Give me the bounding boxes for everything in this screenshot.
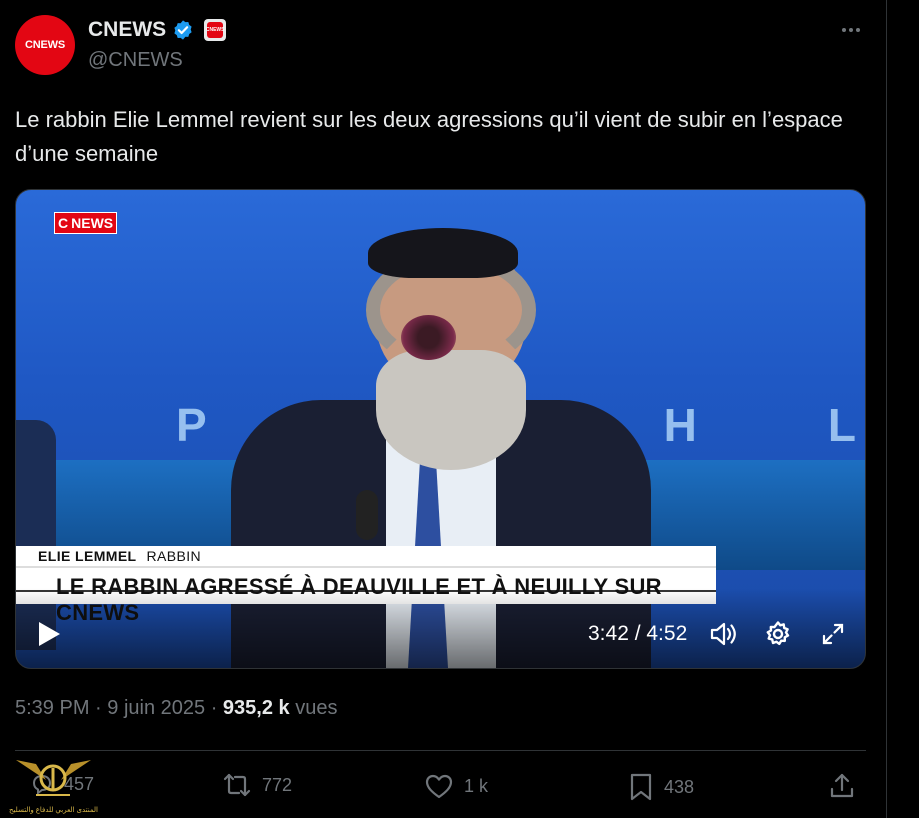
verified-badge-icon[interactable] xyxy=(172,19,194,41)
like-count: 1 k xyxy=(464,775,489,796)
channel-logo: C NEWS xyxy=(54,212,118,234)
share-button[interactable] xyxy=(828,772,856,800)
bookmark-button[interactable]: 438 xyxy=(628,772,694,802)
view-count: 935,2 k xyxy=(222,697,290,719)
video-time: 3:42 / 4:52 xyxy=(588,622,688,645)
meta-separator: · xyxy=(89,697,108,719)
lower-third-name: ELIE LEMMEL xyxy=(38,548,137,564)
avatar[interactable]: CNEWS xyxy=(15,15,75,75)
wall-letter: H xyxy=(663,399,697,451)
video-player[interactable]: P U S H L C NEWS ELIE LEMMELRABBIN LE RA… xyxy=(15,189,866,669)
tweet: CNEWS CNEWS CNEWS @CNEWS Le rabbin Elie … xyxy=(0,0,886,818)
affiliate-badge-icon[interactable]: CNEWS xyxy=(204,19,227,41)
eagle-emblem-icon xyxy=(16,760,91,796)
author-row: CNEWS CNEWS xyxy=(88,18,227,42)
lower-third-role: RABBIN xyxy=(146,548,202,564)
avatar-logo-text: CNEWS xyxy=(25,39,65,51)
share-icon xyxy=(830,773,854,798)
repost-icon xyxy=(223,773,251,797)
repost-button[interactable]: 772 xyxy=(222,772,292,798)
wall-letter: L xyxy=(827,399,856,451)
handle[interactable]: @CNEWS xyxy=(88,49,183,72)
bookmark-icon xyxy=(630,773,652,801)
action-divider xyxy=(15,750,866,751)
meta-separator: · xyxy=(205,697,223,719)
watermark-text: المنتدى العربي للدفاع والتسليح xyxy=(9,807,98,814)
volume-icon[interactable] xyxy=(708,619,738,649)
forum-watermark: المنتدى العربي للدفاع والتسليح xyxy=(6,750,101,818)
wall-letter: P xyxy=(176,399,207,451)
affiliate-badge-logo: CNEWS xyxy=(206,22,224,38)
play-icon[interactable] xyxy=(36,620,62,648)
post-time[interactable]: 5:39 PM xyxy=(15,697,89,719)
repost-count: 772 xyxy=(262,774,293,795)
display-name[interactable]: CNEWS xyxy=(88,18,166,42)
heart-icon xyxy=(425,774,453,799)
channel-logo-news: NEWS xyxy=(71,213,117,233)
speaker-kippah xyxy=(368,228,518,278)
tweet-text: Le rabbin Elie Lemmel revient sur les de… xyxy=(15,107,843,166)
channel-logo-c: C xyxy=(55,213,72,233)
more-options-icon[interactable] xyxy=(836,20,866,40)
tweet-meta: 5:39 PM · 9 juin 2025 · 935,2 k vues xyxy=(15,697,337,720)
column-divider xyxy=(886,0,887,818)
like-button[interactable]: 1 k xyxy=(424,772,488,800)
bookmark-count: 438 xyxy=(664,776,695,797)
fullscreen-icon[interactable] xyxy=(821,622,845,646)
lower-third-name-bar: ELIE LEMMEL RABBIN xyxy=(16,546,716,566)
settings-gear-icon[interactable] xyxy=(764,620,792,648)
view-label: vues xyxy=(289,697,338,719)
speaker-bruised-eye xyxy=(401,315,456,360)
post-date[interactable]: 9 juin 2025 xyxy=(107,697,205,719)
microphone xyxy=(356,490,378,540)
